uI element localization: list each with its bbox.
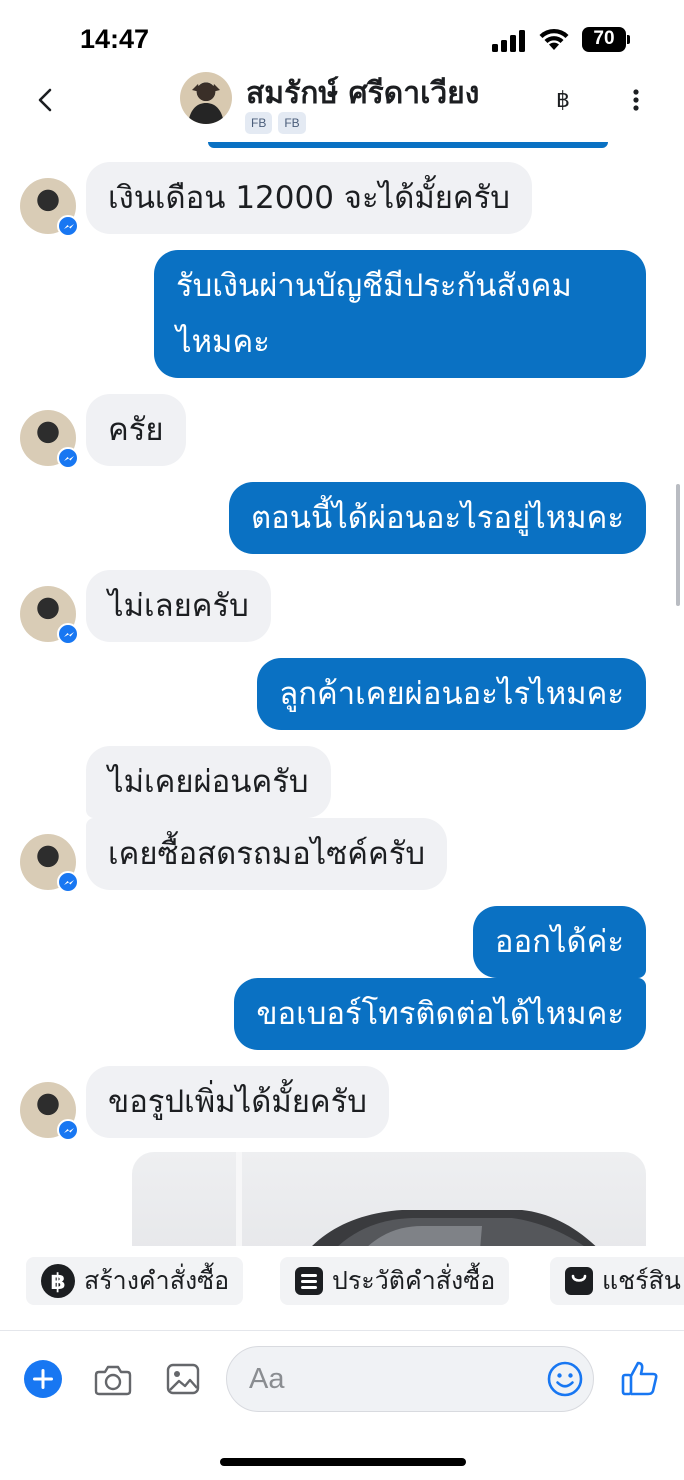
quick-action-label: สร้างคำสั่งซื้อ	[84, 1266, 230, 1295]
contact-tags: FB FB	[245, 112, 306, 134]
gallery-icon[interactable]	[166, 1360, 200, 1398]
emoji-icon[interactable]	[546, 1360, 584, 1398]
quick-action-label: แชร์สิน	[602, 1266, 681, 1295]
person-silhouette-icon	[188, 83, 224, 124]
list-icon	[295, 1267, 323, 1295]
camera-icon[interactable]	[94, 1360, 132, 1398]
sender-avatar	[20, 410, 79, 469]
baht-circle-icon: ฿	[41, 1264, 75, 1298]
message-line: ไหมคะ	[176, 324, 270, 360]
message-bubble-outgoing[interactable]: ตอนนี้ได้ผ่อนอะไรอยู่ไหมคะ	[229, 482, 646, 554]
sender-avatar	[20, 586, 79, 645]
messenger-badge-icon	[57, 215, 79, 237]
message-list[interactable]: เงินเดือน 12000 จะได้มั้ยครับ รับเงินผ่า…	[0, 148, 684, 1246]
message-bubble-outgoing[interactable]: รับเงินผ่านบัญชีมีประกันสังคม ไหมคะ	[154, 250, 646, 378]
messenger-badge-icon	[57, 623, 79, 645]
quick-action-label: ประวัติคำสั่งซื้อ	[332, 1266, 496, 1295]
order-history-button[interactable]: ประวัติคำสั่งซื้อ	[280, 1257, 510, 1305]
message-bubble-incoming[interactable]: ไม่เคยผ่อนครับ	[86, 746, 331, 818]
messenger-badge-icon	[57, 1119, 79, 1141]
status-time: 14:47	[80, 24, 150, 54]
status-bar: 14:47 70	[0, 0, 684, 70]
message-bubble-outgoing[interactable]: ออกได้ค่ะ	[472, 906, 646, 978]
sender-avatar	[20, 834, 79, 893]
plus-icon	[33, 1369, 53, 1389]
thumbs-up-icon[interactable]	[620, 1358, 660, 1398]
quick-actions-bar: ฿ สร้างคำสั่งซื้อ ประวัติคำสั่งซื้อ แชร์…	[0, 1248, 684, 1318]
battery-indicator: 70	[582, 27, 630, 52]
contact-avatar[interactable]	[180, 72, 232, 124]
message-bubble-incoming[interactable]: เคยซื้อสดรถมอไซค์ครับ	[86, 818, 448, 890]
message-bubble-incoming[interactable]: ขอรูปเพิ่มได้มั้ยครับ	[86, 1066, 389, 1138]
scrollbar[interactable]	[676, 484, 680, 606]
message-bubble-outgoing[interactable]: ขอเบอร์โทรติดต่อได้ไหมคะ	[234, 978, 646, 1050]
sender-avatar	[20, 1082, 79, 1141]
payment-button[interactable]: ฿	[556, 88, 570, 113]
sender-avatar	[20, 178, 79, 237]
message-bubble-incoming[interactable]: ไม่เลยครับ	[86, 570, 271, 642]
chat-header: สมรักษ์ ศรีดาเวียง FB FB ฿	[0, 64, 684, 148]
svg-text:฿: ฿	[50, 1270, 65, 1295]
share-product-button[interactable]: แชร์สิน	[550, 1257, 684, 1305]
message-bubble-incoming[interactable]: เงินเดือน 12000 จะได้มั้ยครับ	[86, 162, 532, 234]
wifi-icon	[539, 28, 569, 50]
home-indicator[interactable]	[220, 1458, 466, 1466]
back-chevron-icon[interactable]	[30, 84, 62, 116]
message-input-box[interactable]	[226, 1346, 594, 1412]
message-line: รับเงินผ่านบัญชีมีประกันสังคม	[176, 268, 572, 304]
source-tag: FB	[245, 112, 273, 134]
messenger-badge-icon	[57, 871, 79, 893]
source-tag: FB	[278, 112, 306, 134]
plus-button[interactable]	[24, 1360, 62, 1398]
bag-icon	[565, 1267, 593, 1295]
message-composer	[0, 1332, 684, 1428]
messenger-badge-icon	[57, 447, 79, 469]
contact-name[interactable]: สมรักษ์ ศรีดาเวียง	[246, 70, 479, 117]
message-input[interactable]	[249, 1357, 549, 1401]
message-bubble-outgoing[interactable]: ลูกค้าเคยผ่อนอะไรไหมคะ	[257, 658, 646, 730]
car-photo-icon	[236, 1152, 596, 1246]
cellular-signal-icon	[492, 30, 525, 52]
create-order-button[interactable]: ฿ สร้างคำสั่งซื้อ	[26, 1257, 244, 1305]
image-attachment[interactable]	[132, 1152, 646, 1246]
message-bubble-incoming[interactable]: ครัย	[86, 394, 186, 466]
battery-level: 70	[593, 28, 615, 49]
more-options-icon[interactable]	[626, 84, 646, 116]
composer-divider	[0, 1330, 684, 1331]
